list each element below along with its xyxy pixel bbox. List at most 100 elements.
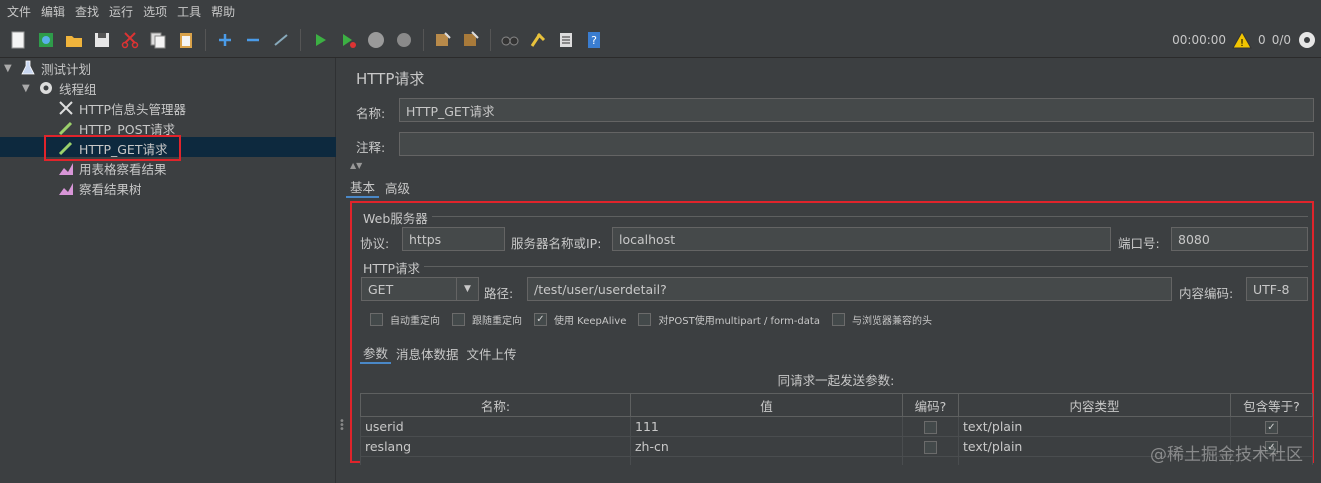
menu-search[interactable]: 查找 xyxy=(70,3,104,20)
server-field[interactable]: localhost xyxy=(612,227,1111,251)
start-no-pause-icon[interactable] xyxy=(337,29,359,51)
checkbox-checked[interactable]: ✓ xyxy=(1265,421,1278,434)
help-icon[interactable]: ? xyxy=(583,29,605,51)
collapse-arrows-icon[interactable]: ▲▼ xyxy=(350,161,362,170)
toolbar-separator xyxy=(423,28,424,51)
remote-icon[interactable] xyxy=(1297,30,1317,50)
templates-icon[interactable] xyxy=(35,29,57,51)
tree-node-thread-group[interactable]: ▼ 线程组 xyxy=(22,78,97,98)
clear-all-icon[interactable] xyxy=(460,29,482,51)
cell-name[interactable]: reslang xyxy=(360,436,631,457)
chevron-down-icon[interactable]: ▼ xyxy=(4,63,16,74)
column-header-include-equals[interactable]: 包含等于? xyxy=(1230,393,1313,417)
warning-icon[interactable]: ! xyxy=(1232,30,1252,50)
tab-advanced[interactable]: 高级 xyxy=(381,176,414,198)
option-auto-redirect[interactable]: 自动重定向 xyxy=(370,312,440,327)
wrench-icon xyxy=(58,100,74,116)
option-label: 使用 KeepAlive xyxy=(554,316,627,327)
column-header-name[interactable]: 名称: xyxy=(360,393,631,417)
checkbox[interactable] xyxy=(924,441,937,454)
tree-label: HTTP信息头管理器 xyxy=(79,101,186,117)
collapse-icon[interactable] xyxy=(242,29,264,51)
function-helper-icon[interactable] xyxy=(555,29,577,51)
timer-display: 00:00:00 xyxy=(1172,33,1227,47)
port-field[interactable]: 8080 xyxy=(1171,227,1308,251)
encoding-field[interactable]: UTF-8 xyxy=(1246,277,1308,301)
reset-search-icon[interactable] xyxy=(527,29,549,51)
name-field[interactable]: HTTP_GET请求 xyxy=(399,98,1314,122)
options-row: 自动重定向 跟随重定向 ✓ 使用 KeepAlive 对POST使用multipa… xyxy=(370,312,944,327)
cell-name[interactable]: userid xyxy=(360,416,631,437)
checkbox[interactable] xyxy=(370,313,383,326)
open-icon[interactable] xyxy=(63,29,85,51)
cell-value[interactable]: zh-cn xyxy=(630,436,903,457)
toolbar: ? 00:00:00 ! 0 0/0 xyxy=(0,22,1321,58)
shutdown-icon[interactable] xyxy=(393,29,415,51)
tree-node-table-results[interactable]: 用表格察看结果 xyxy=(58,158,167,178)
toggle-icon[interactable] xyxy=(270,29,292,51)
cell-include-equals[interactable]: ✓ xyxy=(1230,416,1313,437)
new-icon[interactable] xyxy=(7,29,29,51)
menu-tools[interactable]: 工具 xyxy=(172,3,206,20)
option-follow-redirect[interactable]: 跟随重定向 xyxy=(452,312,522,327)
menu-file[interactable]: 文件 xyxy=(2,3,36,20)
chevron-down-icon[interactable]: ▼ xyxy=(22,83,34,94)
test-plan-tree: ▼ 测试计划 ▼ 线程组 HTTP信息头管理器 HTTP_POST请求 HTTP… xyxy=(0,58,336,483)
option-multipart[interactable]: 对POST使用multipart / form-data xyxy=(638,312,820,327)
checkbox-checked[interactable]: ✓ xyxy=(534,313,547,326)
toolbar-separator xyxy=(490,28,491,51)
column-header-encode[interactable]: 编码? xyxy=(902,393,959,417)
search-icon[interactable] xyxy=(499,29,521,51)
cell-encode[interactable] xyxy=(902,416,959,437)
tree-label: 用表格察看结果 xyxy=(79,161,167,177)
checkbox[interactable] xyxy=(638,313,652,326)
parameters-caption: 同请求一起发送参数: xyxy=(777,373,895,388)
cell-value[interactable]: 111 xyxy=(630,416,903,437)
option-browser-headers[interactable]: 与浏览器兼容的头 xyxy=(831,312,932,327)
option-label: 对POST使用multipart / form-data xyxy=(658,316,820,327)
save-icon[interactable] xyxy=(91,29,113,51)
chevron-down-icon[interactable]: ▼ xyxy=(456,278,478,300)
tree-label: 察看结果树 xyxy=(79,181,142,197)
splitter-handle[interactable]: • • • xyxy=(339,417,345,435)
method-select[interactable]: GET ▼ xyxy=(361,277,479,301)
menu-help[interactable]: 帮助 xyxy=(206,3,240,20)
pipette-icon xyxy=(58,120,74,136)
column-header-value[interactable]: 值 xyxy=(630,393,903,417)
start-icon[interactable] xyxy=(309,29,331,51)
path-field[interactable]: /test/user/userdetail? xyxy=(527,277,1172,301)
tab-bar: 基本 高级 xyxy=(346,176,416,198)
tab-basic[interactable]: 基本 xyxy=(346,176,380,198)
menu-run[interactable]: 运行 xyxy=(104,3,138,20)
tab-body-data[interactable]: 消息体数据 xyxy=(393,342,462,364)
comment-field[interactable] xyxy=(399,132,1314,156)
group-divider xyxy=(426,216,1308,217)
option-label: 跟随重定向 xyxy=(472,316,522,327)
tree-node-results-tree[interactable]: 察看结果树 xyxy=(58,178,142,198)
expand-icon[interactable] xyxy=(214,29,236,51)
empty-cell xyxy=(902,456,959,465)
menu-edit[interactable]: 编辑 xyxy=(36,3,70,20)
toolbar-separator xyxy=(205,28,206,51)
protocol-field[interactable]: https xyxy=(402,227,505,251)
tab-file-upload[interactable]: 文件上传 xyxy=(464,342,520,364)
option-keepalive[interactable]: ✓ 使用 KeepAlive xyxy=(534,312,626,327)
tree-node-header-manager[interactable]: HTTP信息头管理器 xyxy=(58,98,186,118)
paste-icon[interactable] xyxy=(175,29,197,51)
cell-content-type[interactable]: text/plain xyxy=(958,416,1231,437)
checkbox[interactable] xyxy=(924,421,937,434)
column-header-content-type[interactable]: 内容类型 xyxy=(958,393,1231,417)
stop-icon[interactable] xyxy=(365,29,387,51)
checkbox[interactable] xyxy=(831,313,845,326)
tab-parameters[interactable]: 参数 xyxy=(360,342,392,364)
tree-node-test-plan[interactable]: ▼ 测试计划 xyxy=(4,58,91,78)
menu-options[interactable]: 选项 xyxy=(138,3,172,20)
cell-encode[interactable] xyxy=(902,436,959,457)
svg-text:?: ? xyxy=(591,34,597,47)
copy-icon[interactable] xyxy=(147,29,169,51)
cut-icon[interactable] xyxy=(119,29,141,51)
table-row[interactable]: userid 111 text/plain ✓ xyxy=(360,416,1313,437)
tree-label-test-plan: 测试计划 xyxy=(41,61,92,77)
clear-icon[interactable] xyxy=(432,29,454,51)
checkbox[interactable] xyxy=(452,313,465,326)
